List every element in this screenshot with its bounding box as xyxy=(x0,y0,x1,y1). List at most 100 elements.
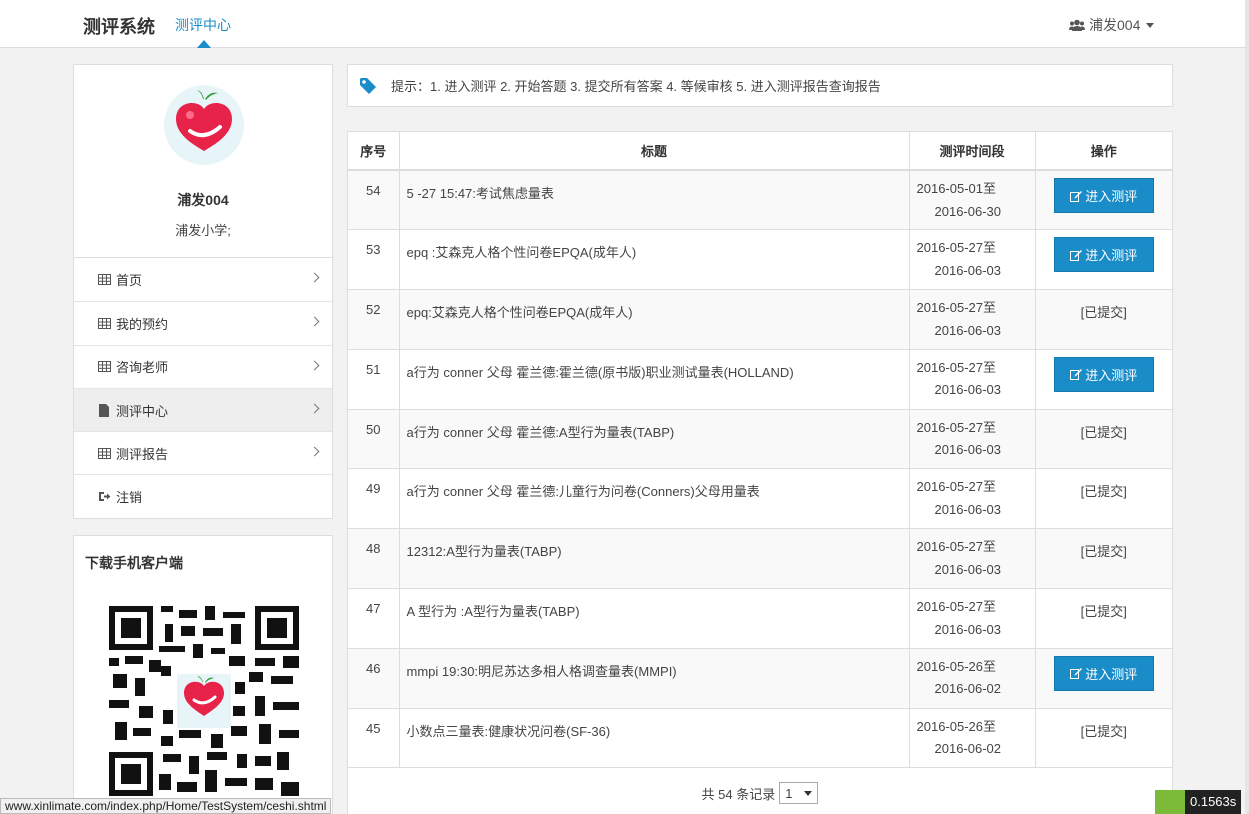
time-end: 2016-06-03 xyxy=(934,621,1002,637)
profile-name: 浦发004 xyxy=(177,192,229,208)
test-list-panel: 序号 标题 测评时间段 操作 54 5 -27 15:47:考试焦虑量表 2016-… xyxy=(347,131,1173,814)
tip-text: 提示：1. 进入测评 2. 开始答题 3. 提交所有答案 4. 等候审核 5. … xyxy=(391,79,881,94)
sign-out-icon xyxy=(98,491,112,503)
cell-id: 51 xyxy=(348,349,400,410)
enter-test-label: 进入测评 xyxy=(1085,666,1138,682)
sidebar-item-label: 测评中心 xyxy=(116,403,169,419)
cell-id: 46 xyxy=(348,648,400,709)
nav-active-indicator xyxy=(197,40,211,48)
time-start: 2016-05-27至 xyxy=(916,359,997,375)
sidebar-item-logout[interactable]: 注销 xyxy=(74,474,332,517)
enter-test-button[interactable]: 进入测评 xyxy=(1053,178,1154,213)
table-row: 47 A 型行为 :A型行为量表(TABP) 2016-05-27至 2016-06-… xyxy=(348,588,1172,649)
cell-time-range: 2016-05-27至 2016-06-03 xyxy=(909,468,1036,530)
sidebar-menu: 首页 我的预约 咨询老师 测评中心 测评报告 注销 xyxy=(73,257,333,519)
perf-time: 0.1563s xyxy=(1185,790,1242,814)
column-header-action: 操作 xyxy=(1035,132,1172,171)
perf-widget: 0.1563s xyxy=(1155,790,1242,814)
sidebar-item-appointments[interactable]: 我的预约 xyxy=(74,301,332,344)
cell-time-range: 2016-05-27至 2016-06-03 xyxy=(909,289,1036,350)
chevron-down-icon xyxy=(804,790,813,796)
edit-icon xyxy=(1070,369,1083,381)
cell-title: 小数点三量表:健康状况问卷(SF-36) xyxy=(399,708,910,769)
grid-icon xyxy=(98,274,112,286)
profile-card: 浦发004 浦发小学; xyxy=(73,64,333,258)
sidebar-item-test-center[interactable]: 测评中心 xyxy=(74,387,332,432)
cell-title: epq:艾森克人格个性问卷EPQA(成年人) xyxy=(399,289,910,350)
cell-time-range: 2016-05-26至 2016-06-02 xyxy=(909,708,1036,769)
sidebar-item-label: 注销 xyxy=(116,490,143,506)
time-end: 2016-06-03 xyxy=(934,501,1002,517)
cell-action: [已提交] xyxy=(1035,528,1172,590)
qr-code-icon xyxy=(109,606,299,796)
submitted-status: [已提交] xyxy=(1080,544,1127,560)
table-row: 48 12312:A型行为量表(TABP) 2016-05-27至 2016-06-0… xyxy=(348,528,1172,590)
cell-time-range: 2016-05-01至 2016-06-30 xyxy=(909,170,1036,231)
cell-title: A 型行为 :A型行为量表(TABP) xyxy=(399,588,910,649)
table-row: 49 a行为 conner 父母 霍兰德:儿童行为问卷(Conners)父母用量表… xyxy=(348,468,1172,530)
submitted-status: [已提交] xyxy=(1080,723,1127,739)
table-row: 52 epq:艾森克人格个性问卷EPQA(成年人) 2016-05-27至 2016-… xyxy=(348,289,1172,350)
enter-test-label: 进入测评 xyxy=(1085,367,1138,383)
cell-id: 45 xyxy=(348,708,400,769)
time-start: 2016-05-27至 xyxy=(916,300,997,316)
cell-title: a行为 conner 父母 霍兰德:儿童行为问卷(Conners)父母用量表 xyxy=(399,468,910,530)
chevron-down-icon xyxy=(1146,22,1155,28)
nav-link-test-center[interactable]: 测评中心 xyxy=(175,15,231,35)
profile-school: 浦发小学; xyxy=(175,223,231,238)
page-select[interactable]: 1 xyxy=(779,782,819,804)
cell-id: 47 xyxy=(348,588,400,649)
cell-action: [已提交] xyxy=(1035,409,1172,470)
window-scrollbar[interactable] xyxy=(1245,0,1249,814)
cell-action: 进入测评 xyxy=(1035,170,1172,231)
table-row: 46 mmpi 19:30:明尼苏达多相人格调查量表(MMPI) 2016-05-2… xyxy=(348,648,1172,709)
grid-icon xyxy=(98,361,112,373)
cell-title: epq :艾森克人格个性问卷EPQA(成年人) xyxy=(399,229,910,291)
column-header-time-range: 测评时间段 xyxy=(909,132,1036,171)
brand-title[interactable]: 测评系统 xyxy=(83,13,155,39)
cell-action: [已提交] xyxy=(1035,588,1172,649)
chevron-right-icon xyxy=(309,446,320,457)
enter-test-button[interactable]: 进入测评 xyxy=(1053,356,1154,392)
time-end: 2016-06-03 xyxy=(934,262,1002,278)
table-row: 53 epq :艾森克人格个性问卷EPQA(成年人) 2016-05-27至 2016… xyxy=(348,229,1172,291)
time-start: 2016-05-26至 xyxy=(916,658,997,674)
cell-action: 进入测评 xyxy=(1035,648,1172,709)
edit-icon xyxy=(1070,190,1083,202)
browser-status-url: www.xinlimate.com/index.php/Home/TestSys… xyxy=(0,798,332,814)
time-start: 2016-05-27至 xyxy=(916,479,997,495)
cell-time-range: 2016-05-27至 2016-06-03 xyxy=(909,588,1036,649)
enter-test-label: 进入测评 xyxy=(1085,189,1138,204)
cell-time-range: 2016-05-26至 2016-06-02 xyxy=(909,648,1036,709)
time-start: 2016-05-27至 xyxy=(916,419,997,435)
enter-test-button[interactable]: 进入测评 xyxy=(1053,655,1154,691)
sidebar-item-test-report[interactable]: 测评报告 xyxy=(74,431,332,474)
file-icon xyxy=(98,403,112,417)
download-title: 下载手机客户端 xyxy=(85,555,183,571)
user-menu[interactable]: 浦发004 xyxy=(1069,15,1155,35)
chevron-right-icon xyxy=(309,316,320,327)
table-row: 51 a行为 conner 父母 霍兰德:霍兰德(原书版)职业测试量表(HOLLA… xyxy=(348,349,1172,410)
cell-time-range: 2016-05-27至 2016-06-03 xyxy=(909,528,1036,590)
user-name: 浦发004 xyxy=(1089,17,1141,33)
chevron-right-icon xyxy=(309,360,320,371)
enter-test-button[interactable]: 进入测评 xyxy=(1053,237,1154,273)
chevron-right-icon xyxy=(309,272,320,283)
cell-time-range: 2016-05-27至 2016-06-03 xyxy=(909,349,1036,410)
cell-action: [已提交] xyxy=(1035,708,1172,769)
cell-action: [已提交] xyxy=(1035,468,1172,530)
cell-title: a行为 conner 父母 霍兰德:A型行为量表(TABP) xyxy=(399,409,910,470)
edit-icon xyxy=(1070,668,1083,680)
cell-title: mmpi 19:30:明尼苏达多相人格调查量表(MMPI) xyxy=(399,648,910,709)
chevron-right-icon xyxy=(309,403,320,414)
sidebar-item-consult-teacher[interactable]: 咨询老师 xyxy=(74,344,332,388)
cell-action: [已提交] xyxy=(1035,289,1172,350)
sidebar-item-home[interactable]: 首页 xyxy=(74,258,332,301)
time-start: 2016-05-27至 xyxy=(916,599,997,615)
top-navbar: 测评系统 测评中心 浦发004 xyxy=(0,0,1249,48)
test-table: 序号 标题 测评时间段 操作 54 5 -27 15:47:考试焦虑量表 2016-… xyxy=(348,132,1172,769)
cell-id: 50 xyxy=(348,409,400,470)
grid-icon xyxy=(98,317,112,329)
submitted-status: [已提交] xyxy=(1080,424,1127,440)
perf-logo-icon xyxy=(1155,790,1185,814)
